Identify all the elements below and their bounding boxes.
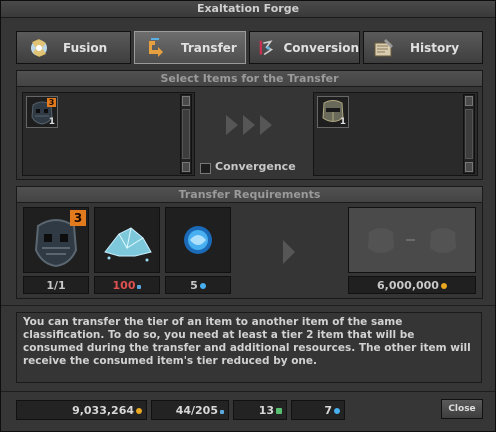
req-item-count: 1/1: [46, 279, 66, 292]
convergence-label: Convergence: [215, 160, 296, 173]
footer-slivers-value: 13: [258, 404, 274, 417]
tab-transfer-label: Transfer: [181, 40, 237, 55]
footer-dust-value: 44/205: [175, 404, 218, 417]
req-dust-label: 100: [94, 276, 160, 294]
req-tier-badge: 3: [70, 210, 86, 226]
scroll-down-arrow-icon[interactable]: [182, 162, 190, 172]
result-arrow-icon: [283, 240, 295, 264]
divider: [1, 391, 495, 392]
sliver-icon: [276, 408, 282, 414]
req-gold-amount: 6,000,000: [377, 279, 439, 292]
exaltation-forge-window: Exaltation Forge Fusion Transfer Convers…: [0, 0, 496, 432]
window-title: Exaltation Forge: [1, 1, 495, 18]
source-scrollbar[interactable]: [180, 94, 192, 174]
target-scrollbar[interactable]: [463, 94, 475, 174]
scroll-down-arrow-icon[interactable]: [465, 162, 473, 172]
footer-cores: 7: [291, 400, 345, 420]
scroll-track[interactable]: [465, 109, 473, 159]
tab-conversion-label: Conversion: [283, 40, 359, 55]
transfer-description: You can transfer the tier of an item to …: [16, 312, 482, 383]
dust-small-icon: [220, 410, 224, 414]
dust-small-icon: [137, 285, 142, 289]
source-item-count: 1: [48, 117, 55, 127]
transfer-icon: [149, 37, 163, 57]
req-result-preview: [348, 207, 476, 273]
req-core-amount: 5: [190, 279, 198, 292]
requirements-title: Transfer Requirements: [17, 187, 482, 203]
core-icon: [184, 226, 212, 254]
source-tier-badge: 3: [47, 98, 56, 107]
scroll-track[interactable]: [182, 109, 190, 159]
target-item-count: 1: [339, 117, 346, 127]
conversion-icon: [259, 39, 274, 55]
gold-coin-icon: [440, 283, 447, 289]
convergence-checkbox[interactable]: [200, 163, 211, 174]
select-items-panel: Select Items for the Transfer 3 1 Conver…: [16, 70, 483, 180]
source-item-list: 3 1: [22, 92, 195, 176]
scroll-up-arrow-icon[interactable]: [182, 96, 190, 106]
req-gold-label: 6,000,000: [348, 276, 476, 294]
footer-gold-value: 9,033,264: [72, 404, 134, 417]
footer-dust: 44/205: [151, 400, 229, 420]
close-button[interactable]: Close: [441, 399, 483, 419]
tab-fusion[interactable]: Fusion: [16, 31, 131, 64]
tab-history[interactable]: History: [363, 31, 483, 64]
req-core: [165, 207, 231, 273]
target-item-list: 1: [313, 92, 478, 176]
source-item-slot[interactable]: 3 1: [26, 96, 58, 128]
dust-icon: [104, 227, 152, 262]
transfer-arrows-icon: [226, 115, 272, 135]
req-item-consumed: 3: [23, 207, 89, 273]
target-item-slot[interactable]: 1: [317, 96, 349, 128]
req-dust: [94, 207, 160, 273]
tab-history-label: History: [410, 40, 460, 55]
footer-slivers: 13: [233, 400, 287, 420]
gold-coin-icon: [136, 408, 142, 414]
req-dust-amount: 100: [112, 279, 136, 292]
req-item-label: 1/1: [23, 276, 89, 294]
req-core-label: 5: [165, 276, 231, 294]
result-helmets-icon: [368, 228, 456, 253]
select-items-title: Select Items for the Transfer: [17, 71, 482, 87]
tab-conversion[interactable]: Conversion: [249, 31, 360, 64]
divider: [1, 305, 495, 306]
tab-fusion-label: Fusion: [63, 40, 108, 55]
fusion-icon: [31, 38, 47, 57]
footer-cores-value: 7: [324, 404, 332, 417]
core-small-icon: [334, 408, 340, 414]
core-small-icon: [199, 283, 206, 289]
scroll-up-arrow-icon[interactable]: [465, 96, 473, 106]
history-icon: [374, 38, 393, 56]
tab-transfer[interactable]: Transfer: [134, 31, 246, 64]
footer-gold: 9,033,264: [16, 400, 147, 420]
